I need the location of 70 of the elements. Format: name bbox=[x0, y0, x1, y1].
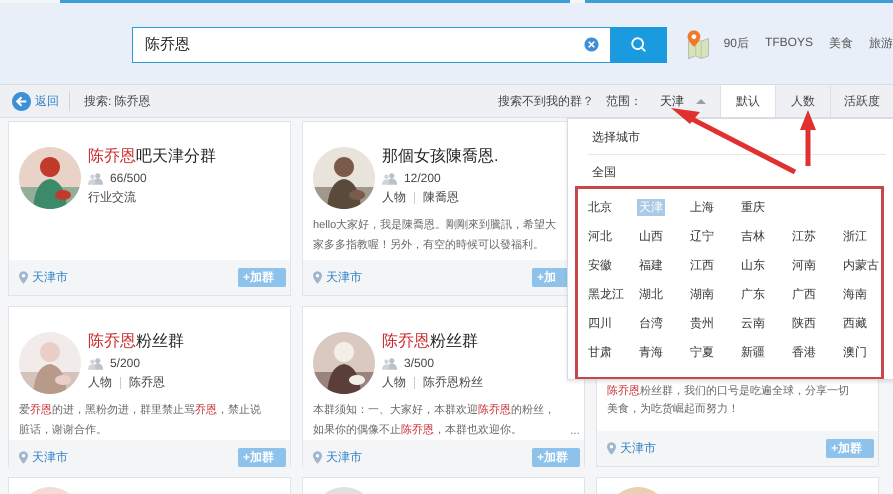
group-title[interactable]: 陈乔恩吧天津分群 bbox=[88, 147, 216, 167]
sort-tab[interactable]: 默认 bbox=[720, 85, 775, 117]
group-title[interactable]: 那個女孩陳喬恩. bbox=[382, 147, 498, 167]
city-option[interactable]: 湖南 bbox=[688, 286, 716, 303]
member-count: 3/500 bbox=[404, 356, 434, 370]
search-query: 搜索: 陈乔恩 bbox=[84, 92, 151, 110]
city-option[interactable]: 浙江 bbox=[841, 228, 869, 245]
hot-tag-link[interactable]: 90后 bbox=[724, 35, 749, 52]
city-option[interactable]: 江西 bbox=[688, 257, 716, 274]
group-description: 陈乔恩粉丝群，我们的口号是吃遍全球，分享一切美食，为吃货崛起而努力！ bbox=[607, 384, 850, 417]
city-option[interactable]: 北京 bbox=[586, 199, 614, 216]
city-option[interactable]: 甘肃 bbox=[586, 344, 614, 361]
sort-tab[interactable]: 活跃度 bbox=[830, 85, 893, 117]
location-text: 天津市 bbox=[32, 449, 68, 466]
group-description: hello大家好，我是陳喬恩。剛剛來到騰訊，希望大家多多指教喔！另外，有空的時候可以發福利。 bbox=[313, 218, 558, 253]
city-option[interactable]: 福建 bbox=[637, 257, 665, 274]
city-option[interactable]: 湖北 bbox=[637, 286, 665, 303]
city-option[interactable]: 宁夏 bbox=[688, 344, 716, 361]
city-option[interactable]: 广西 bbox=[790, 286, 818, 303]
hot-tag-link[interactable]: 旅游 bbox=[869, 35, 893, 52]
city-option[interactable]: 吉林 bbox=[739, 228, 767, 245]
city-option[interactable]: 河南 bbox=[790, 257, 818, 274]
city-option[interactable]: 辽宁 bbox=[688, 228, 716, 245]
group-tag: 行业交流 bbox=[88, 189, 136, 206]
group-description: 本群须知：一、大家好，本群欢迎陈乔恩的粉丝，如果你的偶像不止陈乔恩，本群也欢迎你。 bbox=[313, 402, 556, 438]
group-tag: 陈乔恩 bbox=[129, 374, 165, 391]
city-option[interactable]: 内蒙古 bbox=[841, 257, 881, 274]
city-option[interactable]: 山东 bbox=[739, 257, 767, 274]
city-option[interactable]: 山西 bbox=[637, 228, 665, 245]
location-text: 天津市 bbox=[620, 440, 656, 457]
group-tag: 陈乔恩粉丝 bbox=[423, 374, 483, 391]
city-option[interactable]: 香港 bbox=[790, 344, 818, 361]
city-option[interactable]: 黑龙江 bbox=[586, 286, 626, 303]
city-option[interactable]: 澳门 bbox=[841, 344, 869, 361]
group-tag: 人物 bbox=[382, 374, 406, 391]
location-text: 天津市 bbox=[326, 449, 362, 466]
city-option[interactable]: 安徽 bbox=[586, 257, 614, 274]
city-option[interactable]: 陕西 bbox=[790, 315, 818, 332]
city-option[interactable]: 西藏 bbox=[841, 315, 869, 332]
city-option[interactable]: 广东 bbox=[739, 286, 767, 303]
hot-tag-link[interactable]: TFBOYS bbox=[764, 35, 813, 52]
city-option[interactable]: 云南 bbox=[739, 315, 767, 332]
location-text: 天津市 bbox=[32, 269, 68, 286]
group-tag: 人物 bbox=[382, 189, 406, 206]
city-option[interactable]: 江苏 bbox=[790, 228, 818, 245]
city-option[interactable]: 河北 bbox=[586, 228, 614, 245]
member-count: 5/200 bbox=[110, 356, 140, 370]
group-title[interactable]: 陈乔恩粉丝群 bbox=[88, 332, 184, 352]
back-link[interactable]: 返回 bbox=[12, 92, 59, 110]
search-field[interactable]: 陈乔恩 bbox=[132, 26, 611, 62]
group-title[interactable]: 陈乔恩粉丝群 bbox=[382, 332, 483, 352]
help-link[interactable]: 搜索不到我的群？ bbox=[498, 92, 594, 110]
city-option[interactable]: 四川 bbox=[586, 315, 614, 332]
range-label: 范围： bbox=[606, 92, 642, 110]
city-option[interactable]: 海南 bbox=[841, 286, 869, 303]
city-option[interactable]: 台湾 bbox=[637, 315, 665, 332]
city-option[interactable]: 上海 bbox=[688, 199, 716, 216]
city-option[interactable]: 青海 bbox=[637, 344, 665, 361]
group-tag: 人物 bbox=[88, 374, 112, 391]
member-count: 12/200 bbox=[404, 171, 441, 185]
city-option[interactable]: 重庆 bbox=[739, 199, 767, 216]
hot-tag-link[interactable]: 美食 bbox=[829, 35, 853, 52]
location-text: 天津市 bbox=[326, 269, 362, 286]
city-option[interactable]: 新疆 bbox=[739, 344, 767, 361]
city-option[interactable]: 贵州 bbox=[688, 315, 716, 332]
group-description: 爱乔恩的进，黑粉勿进，群里禁止骂乔恩，禁止说脏话，谢谢合作。 bbox=[19, 403, 262, 438]
more-ellipsis: ... bbox=[570, 422, 580, 439]
group-tag: 陳喬恩 bbox=[423, 189, 459, 206]
member-count: 66/500 bbox=[110, 171, 147, 185]
city-option[interactable]: 全国 bbox=[590, 165, 618, 179]
